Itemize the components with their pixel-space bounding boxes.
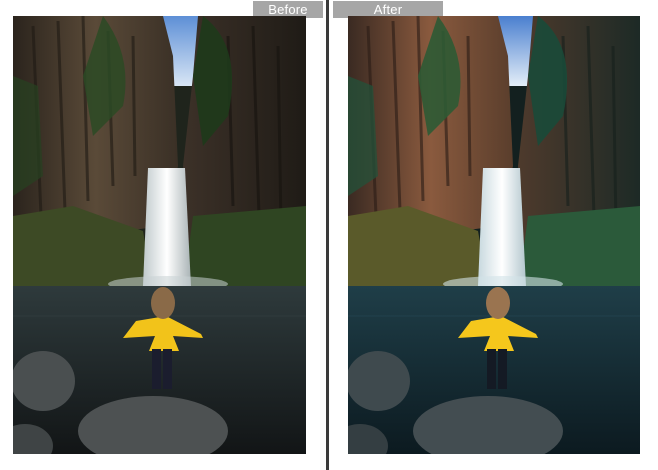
after-pane: After xyxy=(329,0,658,470)
before-photo xyxy=(13,16,306,454)
before-pane: Before xyxy=(0,0,326,470)
after-photo xyxy=(348,16,640,454)
before-photo-image xyxy=(13,16,306,454)
after-photo-image xyxy=(348,16,640,454)
